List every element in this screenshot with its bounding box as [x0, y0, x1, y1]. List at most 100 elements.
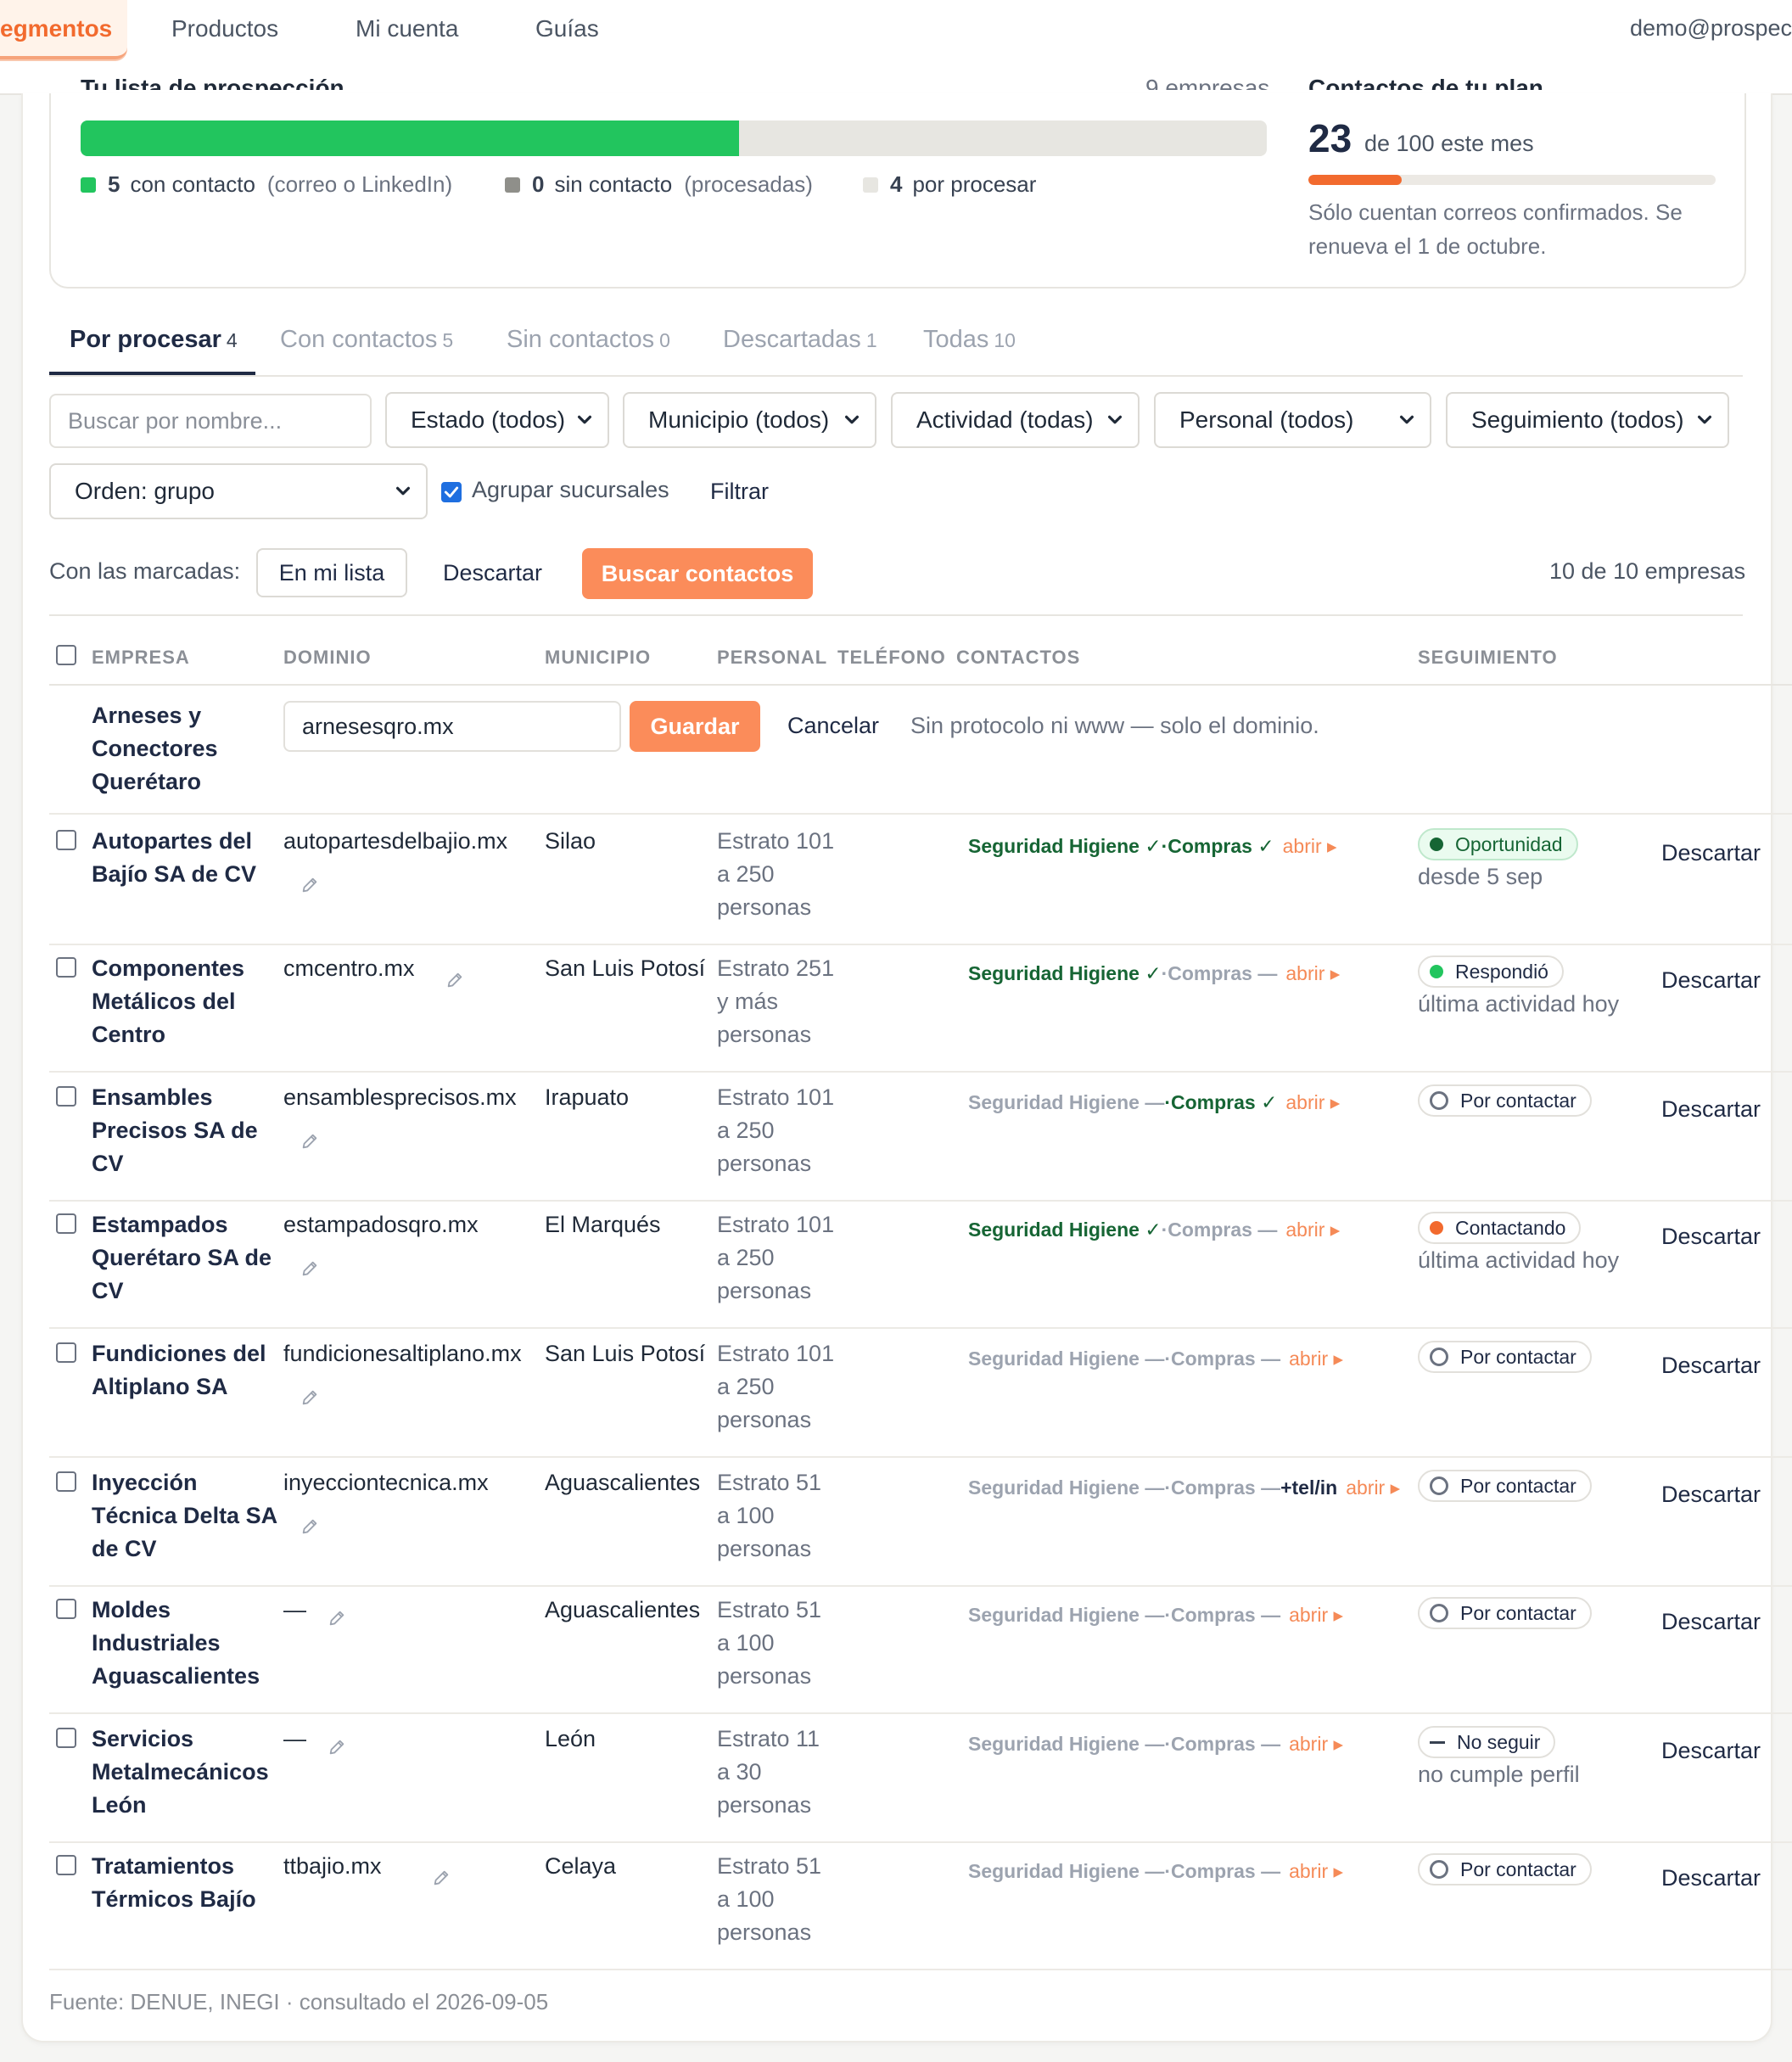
tab-sin-contactos[interactable]: Sin contactos 0	[507, 326, 670, 354]
municipio-select[interactable]: Municipio (todos)	[623, 392, 876, 448]
tab-descartadas[interactable]: Descartadas 1	[723, 326, 877, 354]
abrir-link[interactable]: abrir ▸	[1289, 1733, 1343, 1755]
estado-select[interactable]: Estado (todos)	[385, 392, 609, 448]
contact-compras: Compras —	[1171, 1476, 1281, 1499]
row-checkbox[interactable]	[56, 1471, 76, 1492]
buscar-contactos-button[interactable]: Buscar contactos	[582, 548, 813, 599]
col-telefono[interactable]: TELÉFONO	[837, 647, 946, 669]
company-name[interactable]: Estampados Querétaro SA de CV	[92, 1208, 278, 1308]
company-name[interactable]: Tratamientos Térmicos Bajío	[92, 1850, 278, 1916]
pencil-edit-icon[interactable]	[445, 971, 464, 989]
status-badge[interactable]: Por contactar	[1418, 1853, 1592, 1885]
discard-button[interactable]: Descartar	[1661, 1224, 1761, 1250]
row-checkbox[interactable]	[56, 957, 76, 978]
abrir-link[interactable]: abrir ▸	[1289, 1860, 1343, 1882]
save-domain-button[interactable]: Guardar	[630, 701, 760, 752]
status-badge[interactable]: Contactando	[1418, 1212, 1582, 1244]
discard-button[interactable]: Descartar	[1661, 1096, 1761, 1123]
status-badge[interactable]: Por contactar	[1418, 1341, 1592, 1373]
pencil-edit-icon[interactable]	[432, 1869, 451, 1887]
municipio-text: Aguascalientes	[545, 1470, 701, 1495]
abrir-link[interactable]: abrir ▸	[1285, 962, 1340, 984]
filtrar-button[interactable]: Filtrar	[710, 479, 769, 505]
agrupar-sucursales-label[interactable]: Agrupar sucursales	[472, 477, 669, 503]
abrir-link[interactable]: abrir ▸	[1289, 1604, 1343, 1626]
status-badge[interactable]: Por contactar	[1418, 1084, 1592, 1117]
nav-tab-segmentos[interactable]: egmentos	[0, 15, 112, 42]
nav-tab-mi-cuenta[interactable]: Mi cuenta	[356, 15, 458, 42]
status-ring-icon	[1430, 1476, 1448, 1495]
company-name[interactable]: Arneses y Conectores Querétaro	[92, 699, 278, 798]
legend-hint: (procesadas)	[684, 171, 813, 197]
row-checkbox[interactable]	[56, 830, 76, 850]
tab-con-contactos[interactable]: Con contactos 5	[280, 326, 453, 354]
actividad-select[interactable]: Actividad (todas)	[891, 392, 1140, 448]
company-name[interactable]: Inyección Técnica Delta SA de CV	[92, 1466, 278, 1566]
tab-por-procesar[interactable]: Por procesar 4	[70, 326, 238, 354]
orden-select[interactable]: Orden: grupo	[49, 463, 428, 519]
status-badge[interactable]: Oportunidad	[1418, 828, 1578, 860]
abrir-link[interactable]: abrir ▸	[1283, 835, 1337, 857]
nav-tab-guias[interactable]: Guías	[535, 15, 599, 42]
company-name[interactable]: Moldes Industriales Aguascalientes	[92, 1594, 278, 1693]
discard-button[interactable]: Descartar	[1661, 967, 1761, 994]
en-mi-lista-button[interactable]: En mi lista	[256, 548, 407, 597]
pencil-edit-icon[interactable]	[300, 1388, 319, 1407]
row-checkbox[interactable]	[56, 1599, 76, 1619]
discard-button[interactable]: Descartar	[1661, 840, 1761, 866]
user-email[interactable]: demo@prospec	[1630, 15, 1792, 42]
pencil-edit-icon[interactable]	[300, 876, 319, 894]
row-checkbox[interactable]	[56, 1342, 76, 1363]
pencil-edit-icon[interactable]	[328, 1609, 346, 1628]
row-checkbox[interactable]	[56, 1728, 76, 1748]
status-badge[interactable]: Respondió	[1418, 955, 1564, 988]
pencil-edit-icon[interactable]	[328, 1738, 346, 1757]
company-name[interactable]: Servicios Metalmecánicos León	[92, 1723, 278, 1822]
domain-edit-input[interactable]: arnesesqro.mx	[283, 701, 621, 752]
row-checkbox[interactable]	[56, 1086, 76, 1107]
search-input[interactable]: Buscar por nombre...	[49, 394, 372, 448]
personal-select[interactable]: Personal (todos)	[1154, 392, 1431, 448]
nav-tab-productos[interactable]: Productos	[171, 15, 278, 42]
company-name[interactable]: Autopartes del Bajío SA de CV	[92, 825, 278, 891]
plan-usage-fill	[1308, 175, 1403, 185]
col-contactos[interactable]: CONTACTOS	[956, 647, 1080, 669]
row-checkbox[interactable]	[56, 1855, 76, 1875]
abrir-link[interactable]: abrir ▸	[1346, 1476, 1400, 1499]
discard-button[interactable]: Descartar	[1661, 1609, 1761, 1635]
status-badge[interactable]: Por contactar	[1418, 1597, 1592, 1629]
col-empresa[interactable]: EMPRESA	[92, 647, 190, 669]
discard-button[interactable]: Descartar	[1661, 1738, 1761, 1764]
company-name[interactable]: Ensambles Precisos SA de CV	[92, 1081, 278, 1180]
col-dominio[interactable]: DOMINIO	[283, 647, 372, 669]
status-sub: última actividad hoy	[1418, 991, 1620, 1017]
col-personal[interactable]: PERSONAL	[717, 647, 827, 669]
status-badge[interactable]: Por contactar	[1418, 1470, 1592, 1502]
company-name[interactable]: Componentes Metálicos del Centro	[92, 952, 278, 1051]
tab-todas[interactable]: Todas 10	[923, 326, 1016, 354]
bulk-discard-button[interactable]: Descartar	[443, 560, 542, 586]
abrir-link[interactable]: abrir ▸	[1285, 1091, 1340, 1113]
discard-button[interactable]: Descartar	[1661, 1865, 1761, 1891]
abrir-link[interactable]: abrir ▸	[1289, 1348, 1343, 1370]
pencil-edit-icon[interactable]	[300, 1132, 319, 1151]
pencil-edit-icon[interactable]	[300, 1517, 319, 1536]
contact-tel-in: +tel/in	[1280, 1476, 1338, 1499]
select-all-checkbox[interactable]	[56, 645, 76, 665]
domain-text: inyecciontecnica.mx	[283, 1470, 489, 1495]
col-seguimiento[interactable]: SEGUIMIENTO	[1418, 647, 1558, 669]
contact-compras: Compras ✓	[1168, 835, 1274, 857]
row-checkbox[interactable]	[56, 1213, 76, 1234]
company-name[interactable]: Fundiciones del Altiplano SA	[92, 1337, 278, 1404]
pencil-edit-icon[interactable]	[300, 1259, 319, 1278]
discard-button[interactable]: Descartar	[1661, 1482, 1761, 1508]
cancel-edit-button[interactable]: Cancelar	[787, 713, 879, 739]
col-municipio[interactable]: MUNICIPIO	[545, 647, 651, 669]
agrupar-sucursales-checkbox[interactable]	[441, 482, 462, 502]
contacts-summary: Seguridad Higiene ✓·Compras — abrir ▸	[968, 962, 1340, 985]
seguimiento-select[interactable]: Seguimiento (todos)	[1446, 392, 1729, 448]
discard-button[interactable]: Descartar	[1661, 1353, 1761, 1379]
municipio-text: Celaya	[545, 1853, 617, 1879]
status-badge[interactable]: No seguir	[1418, 1726, 1556, 1758]
abrir-link[interactable]: abrir ▸	[1285, 1219, 1340, 1241]
